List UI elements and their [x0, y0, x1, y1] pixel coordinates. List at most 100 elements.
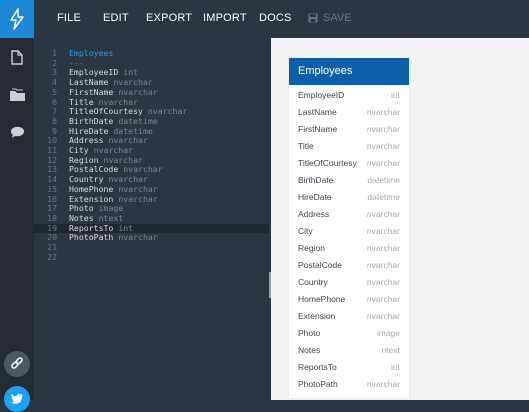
table-field-row[interactable]: Country nvarchar [289, 273, 409, 290]
field-name-token: Photo [69, 203, 94, 214]
menu-import[interactable]: IMPORT [203, 12, 247, 24]
editor-line[interactable]: 4 LastName nvarchar [34, 78, 269, 87]
field-type-token: int [123, 67, 139, 78]
line-number: 18 [47, 212, 57, 223]
line-code: TitleOfCourtesy nvarchar [69, 107, 187, 116]
field-type: ntext [381, 345, 400, 355]
field-name: FirstName [298, 124, 338, 134]
line-code: Photo image [69, 204, 123, 213]
table-card-employees[interactable]: Employees EmployeeID int LastName nvarchar F… [289, 58, 409, 398]
field-name-token: Region [69, 154, 99, 165]
field-type: nvarchar [366, 379, 400, 389]
menu-edit[interactable]: EDIT [103, 12, 129, 24]
table-field-row[interactable]: PhotoPath nvarchar [289, 375, 409, 392]
editor-line[interactable]: 2 --- [34, 58, 269, 68]
editor-line[interactable]: 5 FirstName nvarchar [34, 87, 269, 97]
link-icon[interactable] [4, 351, 30, 377]
editor-line[interactable]: 11 City nvarchar [34, 146, 269, 155]
editor-line[interactable]: 8 BirthDate datetime [34, 115, 269, 126]
table-field-row[interactable]: Title nvarchar [289, 137, 409, 154]
field-type-token: datetime [113, 125, 153, 136]
twitter-icon[interactable] [4, 386, 30, 412]
field-type: nvarchar [366, 124, 400, 134]
logo-icon[interactable] [0, 0, 34, 38]
field-name: Address [298, 209, 330, 219]
line-number: 9 [52, 125, 57, 136]
editor-line[interactable]: 20 PhotoPath nvarchar [34, 233, 269, 242]
table-header[interactable]: Employees [289, 58, 409, 85]
line-code: Country nvarchar [69, 175, 148, 184]
editor-line[interactable]: 18 Notes ntext [34, 212, 269, 223]
editor-line[interactable]: 21 [34, 243, 269, 252]
table-field-row[interactable]: Photo image [289, 324, 409, 341]
field-type: nvarchar [366, 311, 400, 321]
folder-icon[interactable] [0, 84, 34, 106]
editor-line[interactable]: 13 PostalCode nvarchar [34, 165, 269, 174]
editor-line[interactable]: 17 Photo image [34, 204, 269, 213]
table-field-row[interactable]: Region nvarchar [289, 239, 409, 256]
table-field-row[interactable]: BirthDate datetime [289, 171, 409, 188]
editor-line[interactable]: 7 TitleOfCourtesy nvarchar [34, 107, 269, 116]
table-field-row[interactable]: EmployeeID int [289, 86, 409, 103]
chat-icon[interactable] [0, 121, 34, 143]
line-code: Employees [69, 49, 113, 58]
menu-file[interactable]: FILE [57, 12, 81, 24]
field-type-token: nvarchar [98, 96, 139, 107]
line-number: 4 [52, 77, 57, 88]
line-number: 19 [47, 222, 57, 233]
table-field-row[interactable]: HireDate datetime [289, 188, 409, 205]
editor-line[interactable]: 19 ReportsTo int [34, 222, 269, 233]
field-type: nvarchar [366, 294, 400, 304]
table-field-row[interactable]: TitleOfCourtesy nvarchar [289, 154, 409, 171]
table-field-row[interactable]: ReportsTo int [289, 358, 409, 375]
field-name: PhotoPath [298, 379, 338, 389]
line-code: Title nvarchar [69, 96, 139, 107]
line-code: FirstName nvarchar [69, 87, 158, 97]
field-name: Country [298, 277, 328, 287]
editor-line[interactable]: 3 EmployeeID int [34, 68, 269, 77]
editor-line[interactable]: 10 Address nvarchar [34, 136, 269, 145]
table-field-row[interactable]: Notes ntext [289, 341, 409, 358]
document-icon[interactable] [0, 46, 34, 68]
field-name: BirthDate [298, 175, 334, 185]
code-editor[interactable]: 1 Employees 2 --- 3 EmployeeID int 4 LastName n… [34, 38, 269, 400]
editor-line[interactable]: 9 HireDate datetime [34, 125, 269, 136]
field-name-token: LastName [69, 77, 109, 88]
diagram-canvas[interactable]: Employees EmployeeID int LastName nvarchar F… [271, 38, 529, 400]
editor-line[interactable]: 6 Title nvarchar [34, 96, 269, 107]
field-type: nvarchar [366, 277, 400, 287]
field-name: Notes [298, 345, 321, 355]
line-code: PostalCode nvarchar [69, 165, 163, 174]
menu-docs[interactable]: DOCS [259, 12, 292, 24]
editor-line[interactable]: 12 Region nvarchar [34, 154, 269, 165]
editor-line[interactable]: 1 Employees [34, 49, 269, 58]
table-field-row[interactable]: HomePhone nvarchar [289, 290, 409, 307]
field-type: nvarchar [366, 141, 400, 151]
table-field-row[interactable]: LastName nvarchar [289, 103, 409, 120]
field-name-token: Address [69, 135, 104, 146]
table-field-row[interactable]: PostalCode nvarchar [289, 256, 409, 273]
line-number: 10 [47, 135, 57, 146]
table-field-row[interactable]: City nvarchar [289, 222, 409, 239]
table-field-row[interactable]: Extension nvarchar [289, 307, 409, 324]
save-button[interactable]: SAVE [308, 12, 352, 24]
field-type-token: int [118, 222, 134, 233]
field-name-token: BirthDate [69, 115, 114, 126]
field-type: datetime [367, 175, 400, 185]
menu-export[interactable]: EXPORT [146, 12, 192, 24]
table-field-row[interactable]: FirstName nvarchar [289, 120, 409, 137]
field-name-token: HomePhone [69, 183, 114, 194]
line-number: 20 [47, 232, 57, 243]
line-number: 3 [52, 67, 57, 78]
field-name-token: TitleOfCourtesy [69, 106, 143, 117]
field-type-token: image [98, 203, 124, 214]
editor-line[interactable]: 16 Extension nvarchar [34, 194, 269, 204]
line-code: HireDate datetime [69, 125, 153, 136]
field-name-token: Title [69, 96, 94, 107]
editor-line[interactable]: 22 [34, 252, 269, 262]
editor-line[interactable]: 14 Country nvarchar [34, 175, 269, 184]
field-type-token: nvarchar [93, 145, 134, 155]
field-name: Region [298, 243, 325, 253]
table-field-row[interactable]: Address nvarchar [289, 205, 409, 222]
editor-line[interactable]: 15 HomePhone nvarchar [34, 183, 269, 194]
